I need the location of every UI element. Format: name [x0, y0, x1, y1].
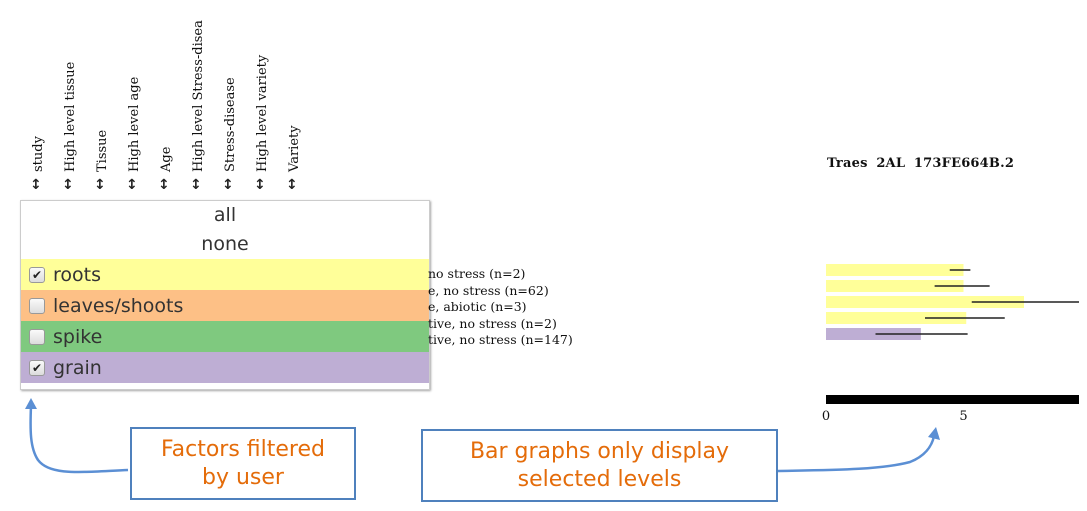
right-arrowhead-icon: [928, 427, 940, 440]
callout-line: Factors filtered: [161, 436, 325, 462]
callout-line: by user: [202, 464, 284, 490]
callout-factors-filtered: Factors filtered by user: [130, 427, 356, 500]
left-arrow-curve: [29, 405, 129, 474]
callout-line: selected levels: [517, 466, 682, 492]
left-arrowhead-icon: [25, 398, 37, 409]
right-arrow-curve: [775, 435, 936, 473]
callout-line: Bar graphs only display: [469, 438, 730, 464]
callout-bar-graphs: Bar graphs only display selected levels: [421, 429, 778, 502]
